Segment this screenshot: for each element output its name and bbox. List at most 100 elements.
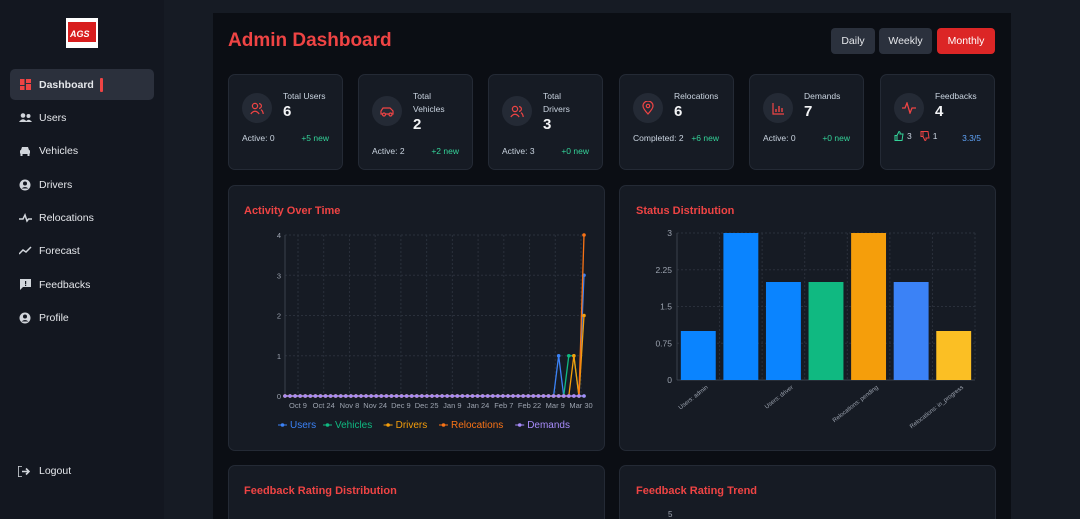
x-tick-label: Users: admin	[678, 385, 710, 411]
sidebar-item-dashboard[interactable]: Dashboard	[10, 69, 154, 100]
data-point	[333, 394, 338, 398]
legend-label: Drivers	[396, 420, 428, 431]
bar	[680, 331, 716, 380]
range-daily-button[interactable]: Daily	[831, 28, 875, 54]
stat-value: 2	[413, 116, 422, 133]
logout-label: Logout	[39, 465, 72, 477]
data-point	[551, 394, 556, 398]
sidebar-item-vehicles[interactable]: Vehicles	[10, 136, 154, 167]
stat-card-vehicles[interactable]: Total Vehicles 2 Active: 2 +2 new	[358, 74, 473, 170]
data-point	[394, 394, 399, 398]
route-icon	[18, 211, 32, 225]
stat-card-users[interactable]: Total Users 6 Active: 0 +5 new	[228, 74, 343, 170]
thumbs-up-icon	[894, 131, 904, 141]
comment-icon	[18, 278, 32, 292]
stat-card-feedbacks[interactable]: Feedbacks 4 3 1 3.3/5	[880, 74, 995, 170]
data-point	[566, 353, 571, 358]
data-point	[506, 394, 510, 398]
legend-label: Demands	[527, 420, 570, 431]
data-point	[298, 394, 303, 398]
data-point	[582, 233, 586, 237]
data-point	[338, 394, 343, 398]
data-point	[496, 394, 500, 398]
stat-subtext: Active: 0	[242, 133, 275, 143]
data-point	[485, 394, 490, 398]
legend-marker	[386, 423, 390, 427]
stat-card-relocations[interactable]: Relocations 6 Completed: 2 +6 new	[619, 74, 734, 170]
data-point	[480, 394, 485, 398]
sidebar-item-label: Forecast	[39, 245, 80, 258]
data-point	[572, 394, 576, 398]
sidebar-item-label: Users	[39, 111, 67, 124]
range-monthly-button[interactable]: Monthly	[937, 28, 995, 54]
legend-marker	[441, 423, 446, 427]
stat-label-line: Vehicles	[413, 103, 445, 114]
sidebar-item-label: Profile	[39, 312, 69, 325]
range-weekly-button[interactable]: Weekly	[879, 28, 932, 54]
thumbs-down-count: 1	[932, 131, 938, 141]
y-tick-label: 0.75	[655, 338, 672, 348]
x-tick-label: Jan 24	[467, 401, 490, 410]
sidebar-item-label: Dashboard	[39, 78, 94, 91]
y-tick-label: 1	[277, 352, 281, 361]
sidebar-item-relocations[interactable]: Relocations	[10, 203, 154, 234]
x-tick-label: Nov 8	[340, 401, 360, 410]
y-tick-label: 2.25	[655, 265, 672, 275]
data-point	[303, 394, 308, 398]
x-tick-label: Feb 22	[518, 401, 541, 410]
sidebar-item-feedbacks[interactable]: Feedbacks	[10, 269, 154, 300]
logout-button[interactable]: Logout	[18, 464, 71, 478]
data-point	[536, 394, 541, 398]
data-point	[521, 394, 525, 398]
data-point	[414, 394, 419, 398]
data-point	[404, 394, 409, 398]
trend-y-tick: 5	[668, 510, 673, 519]
stat-card-demands[interactable]: Demands 7 Active: 0 +0 new	[749, 74, 864, 170]
data-point	[582, 394, 586, 398]
stat-new-count: +0 new	[822, 133, 850, 143]
data-point	[389, 394, 394, 398]
stat-value: 4	[935, 103, 944, 120]
data-point	[293, 394, 297, 398]
activity-chart: 0 1 2 3 4 Oct 9 Oct 24 Nov 8 Nov 24 Dec 9 Dec 25 Ja…	[277, 231, 593, 431]
legend-marker	[517, 423, 522, 427]
logout-icon	[18, 464, 32, 478]
stat-label: Total Vehicles	[413, 90, 445, 115]
stat-card-drivers[interactable]: Total Drivers 3 Active: 3 +0 new	[488, 74, 603, 170]
sidebar-item-users[interactable]: Users	[10, 102, 154, 133]
data-point	[455, 394, 460, 398]
sidebar-item-forecast[interactable]: Forecast	[10, 236, 154, 267]
stat-value: 6	[674, 103, 683, 120]
data-point	[546, 394, 551, 398]
y-tick-label: 3	[277, 271, 281, 280]
stat-subtext: Active: 0	[763, 133, 796, 143]
bar	[893, 282, 929, 380]
x-tick-label: Oct 9	[289, 401, 307, 410]
app-logo[interactable]: AGS	[66, 18, 98, 48]
data-point	[450, 394, 455, 398]
data-point	[425, 394, 429, 398]
legend-marker	[280, 423, 285, 427]
stat-label: Feedbacks	[935, 91, 977, 101]
status-chart: 0 0.75 1.5 2.25 3 Users: admin Users: driver Re…	[655, 228, 976, 430]
sidebar-item-label: Vehicles	[39, 145, 79, 158]
stat-label-line: Drivers	[543, 103, 570, 114]
data-point	[445, 394, 449, 398]
data-point	[379, 394, 384, 398]
data-point	[288, 394, 292, 398]
stat-subtext: Completed: 2	[633, 133, 684, 143]
bar	[851, 233, 887, 380]
feedback-thumbs: 3 1	[894, 131, 937, 141]
y-tick-label: 4	[277, 231, 281, 240]
data-point	[556, 353, 561, 358]
data-point	[582, 313, 586, 318]
sidebar-item-drivers[interactable]: Drivers	[10, 169, 154, 200]
sidebar-item-profile[interactable]: Profile	[10, 303, 154, 334]
data-point	[460, 394, 465, 398]
data-point	[516, 394, 520, 398]
data-point	[465, 394, 470, 398]
data-point	[409, 394, 414, 398]
car-icon	[372, 96, 402, 126]
data-point	[541, 394, 546, 398]
x-tick-label: Jan 9	[443, 401, 461, 410]
